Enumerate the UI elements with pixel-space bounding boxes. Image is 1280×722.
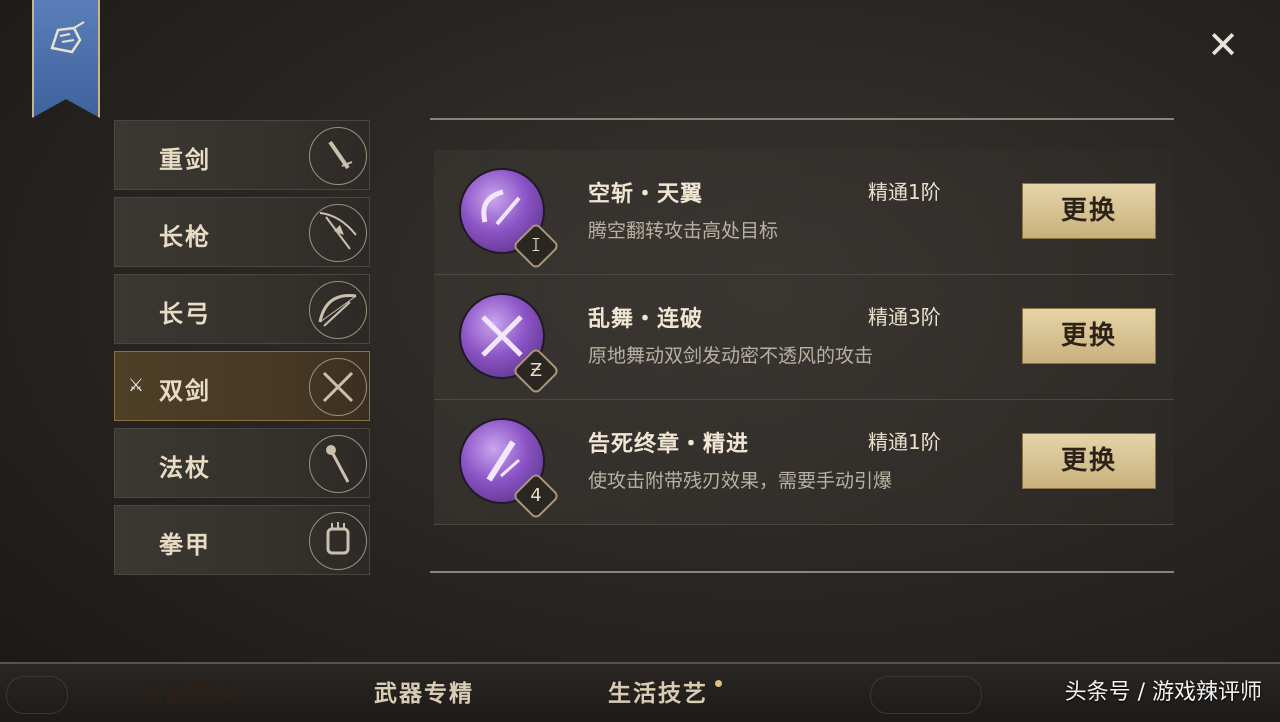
crossed-swords-check-icon: ⚔ bbox=[127, 375, 145, 396]
weapon-item-staff[interactable]: 法杖 bbox=[114, 428, 370, 498]
rank-rune-icon: ꕯ bbox=[531, 235, 541, 256]
tab-skill-runes[interactable]: 技能符文 bbox=[92, 674, 288, 714]
rank-rune-icon: 4 bbox=[530, 485, 542, 506]
skill-mastery-level: 精通1阶 bbox=[868, 180, 941, 204]
skill-mastery-level: 精通3阶 bbox=[868, 305, 941, 329]
weapon-item-gauntlet[interactable]: 拳甲 bbox=[114, 505, 370, 575]
ornament-left bbox=[6, 676, 68, 714]
weapon-label: 法杖 bbox=[159, 454, 211, 482]
weapon-label: 长弓 bbox=[159, 300, 211, 328]
top-divider bbox=[430, 118, 1174, 120]
skill-name: 空斩・天翼 bbox=[588, 182, 704, 207]
weapon-item-dual-swords[interactable]: ⚔ 双剑 bbox=[114, 351, 370, 421]
skill-row: 4 告死终章・精进 使攻击附带残刃效果，需要手动引爆 精通1阶 更换 bbox=[434, 400, 1174, 525]
weapon-label: 拳甲 bbox=[159, 531, 211, 559]
skill-description: 原地舞动双剑发动密不透风的攻击 bbox=[588, 345, 874, 367]
staff-icon bbox=[309, 435, 367, 493]
skill-mastery-level: 精通1阶 bbox=[868, 430, 941, 454]
close-icon[interactable]: ✕ bbox=[1200, 22, 1246, 68]
tab-weapon-mastery[interactable]: 武器专精 bbox=[326, 674, 522, 714]
bottom-divider bbox=[430, 571, 1174, 573]
dual-swords-icon bbox=[309, 358, 367, 416]
gauntlet-icon bbox=[309, 512, 367, 570]
skill-row: ꕯ 空斩・天翼 腾空翻转攻击高处目标 精通1阶 更换 bbox=[434, 150, 1174, 275]
weapon-label: 重剑 bbox=[159, 146, 211, 174]
weapon-item-longbow[interactable]: 长弓 bbox=[114, 274, 370, 344]
skill-name: 乱舞・连破 bbox=[588, 307, 704, 332]
weapon-label: 双剑 bbox=[159, 377, 211, 405]
notification-dot-icon bbox=[715, 680, 722, 687]
heavy-sword-icon bbox=[309, 127, 367, 185]
longbow-icon bbox=[309, 281, 367, 339]
watermark: 头条号 / 游戏辣评师 bbox=[1064, 680, 1262, 705]
swap-skill-button[interactable]: 更换 bbox=[1022, 433, 1156, 489]
weapon-item-heavy-sword[interactable]: 重剑 bbox=[114, 120, 370, 190]
helmet-emblem-icon bbox=[44, 18, 88, 62]
swap-skill-button[interactable]: 更换 bbox=[1022, 308, 1156, 364]
ornament-right bbox=[870, 676, 982, 714]
guild-banner[interactable] bbox=[32, 0, 100, 118]
skill-rune-list: ꕯ 空斩・天翼 腾空翻转攻击高处目标 精通1阶 更换 Ƶ 乱舞・连破 原地舞动双… bbox=[434, 150, 1174, 525]
skill-name: 告死终章・精进 bbox=[588, 432, 750, 457]
skill-description: 腾空翻转攻击高处目标 bbox=[588, 220, 779, 242]
weapon-item-spear[interactable]: 长枪 bbox=[114, 197, 370, 267]
tab-life-skills[interactable]: 生活技艺 bbox=[560, 674, 756, 714]
skill-row: Ƶ 乱舞・连破 原地舞动双剑发动密不透风的攻击 精通3阶 更换 bbox=[434, 275, 1174, 400]
weapon-label: 长枪 bbox=[159, 223, 211, 251]
swap-skill-button[interactable]: 更换 bbox=[1022, 183, 1156, 239]
tab-label: 生活技艺 bbox=[608, 681, 708, 707]
rank-rune-icon: Ƶ bbox=[529, 360, 543, 381]
weapon-category-list: 重剑 长枪 长弓 ⚔ 双剑 法杖 拳甲 bbox=[114, 120, 370, 582]
spear-icon bbox=[309, 204, 367, 262]
skill-description: 使攻击附带残刃效果，需要手动引爆 bbox=[588, 470, 893, 492]
